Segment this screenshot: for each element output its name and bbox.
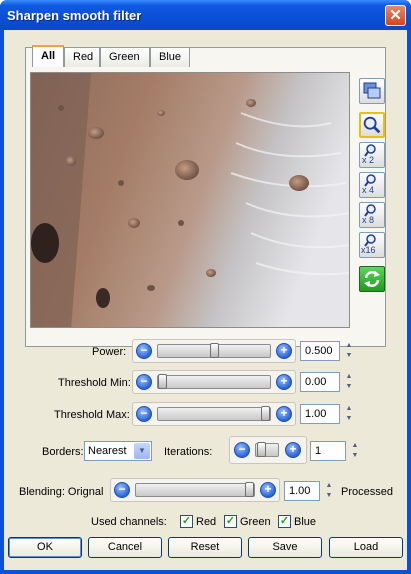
preview-panel: All Red Green Blue: [25, 45, 386, 347]
tab-green[interactable]: Green: [100, 47, 150, 67]
load-button[interactable]: Load: [329, 537, 403, 558]
iterations-thumb[interactable]: [257, 442, 266, 457]
channel-blue-label[interactable]: Blue: [294, 516, 316, 528]
title-bar[interactable]: Sharpen smooth filter ✕: [0, 0, 411, 30]
iterations-spinner[interactable]: ▲ ▼: [348, 441, 362, 461]
zoom-x8-button[interactable]: x 8: [359, 202, 385, 228]
borders-select[interactable]: Nearest ▼: [84, 441, 152, 461]
ok-button[interactable]: OK: [8, 537, 82, 558]
iterations-decrease-button[interactable]: −: [234, 442, 250, 458]
threshold-max-spinner[interactable]: ▲ ▼: [342, 404, 356, 424]
spin-down-icon[interactable]: ▼: [342, 414, 356, 424]
power-slider[interactable]: − +: [132, 339, 296, 363]
iterations-slider[interactable]: − +: [229, 436, 307, 464]
cancel-button[interactable]: Cancel: [88, 537, 162, 558]
iterations-increase-button[interactable]: +: [285, 442, 301, 458]
channel-green-checkbox[interactable]: ✓: [224, 515, 237, 528]
blending-label: Blending: Orignal: [19, 486, 104, 498]
threshold-min-thumb[interactable]: [158, 374, 167, 389]
borders-selected-value: Nearest: [88, 445, 127, 457]
used-channels-label: Used channels:: [91, 516, 167, 528]
iterations-input[interactable]: 1: [310, 441, 346, 461]
power-track[interactable]: [157, 343, 271, 358]
threshold-max-thumb[interactable]: [261, 406, 270, 421]
spin-down-icon[interactable]: ▼: [342, 351, 356, 361]
zoom-x8-label: x 8: [362, 215, 375, 225]
window-title: Sharpen smooth filter: [7, 8, 142, 23]
spin-up-icon[interactable]: ▲: [342, 341, 356, 351]
blending-thumb[interactable]: [245, 482, 254, 497]
zoom-x16-label: x16: [361, 245, 376, 255]
threshold-max-decrease-button[interactable]: −: [136, 406, 152, 422]
iterations-track[interactable]: [255, 442, 279, 457]
channel-blue-checkbox[interactable]: ✓: [278, 515, 291, 528]
tab-all[interactable]: All: [32, 45, 64, 67]
zoom-x2-button[interactable]: x 2: [359, 142, 385, 168]
power-input[interactable]: 0.500: [300, 341, 340, 361]
power-thumb[interactable]: [210, 343, 219, 358]
channel-red-checkbox[interactable]: ✓: [180, 515, 193, 528]
power-label: Power:: [92, 346, 127, 358]
blending-decrease-button[interactable]: −: [114, 482, 130, 498]
refresh-icon: [364, 271, 380, 287]
reset-button[interactable]: Reset: [168, 537, 242, 558]
spin-up-icon[interactable]: ▲: [342, 372, 356, 382]
image-preview[interactable]: [30, 72, 350, 328]
channel-red-label[interactable]: Red: [196, 516, 216, 528]
power-decrease-button[interactable]: −: [136, 343, 152, 359]
spin-down-icon[interactable]: ▼: [322, 491, 336, 501]
blending-input[interactable]: 1.00: [284, 481, 320, 501]
power-increase-button[interactable]: +: [276, 343, 292, 359]
blending-track[interactable]: [135, 482, 255, 497]
zoom-button[interactable]: [359, 112, 385, 138]
threshold-max-label: Threshold Max:: [54, 409, 130, 421]
spin-up-icon[interactable]: ▲: [348, 441, 362, 451]
preview-image: [31, 73, 349, 327]
fit-window-button[interactable]: [359, 78, 385, 104]
blending-spinner[interactable]: ▲ ▼: [322, 481, 336, 501]
blending-end-label: Processed: [341, 486, 393, 498]
zoom-x2-label: x 2: [362, 155, 375, 165]
spin-up-icon[interactable]: ▲: [322, 481, 336, 491]
threshold-min-increase-button[interactable]: +: [276, 374, 292, 390]
zoom-x16-button[interactable]: x16: [359, 232, 385, 258]
channel-green-label[interactable]: Green: [240, 516, 271, 528]
threshold-min-spinner[interactable]: ▲ ▼: [342, 372, 356, 392]
refresh-button[interactable]: [359, 266, 385, 292]
fit-to-window-icon: [363, 82, 381, 99]
threshold-min-input[interactable]: 0.00: [300, 372, 340, 392]
dialog-window: Sharpen smooth filter ✕ All Red Green Bl…: [0, 0, 411, 574]
borders-label: Borders:: [42, 446, 84, 458]
dialog-body: All Red Green Blue x 2 x 4 x 8 x16 Power…: [4, 30, 407, 570]
iterations-label: Iterations:: [164, 446, 213, 458]
power-spinner[interactable]: ▲ ▼: [342, 341, 356, 361]
threshold-min-decrease-button[interactable]: −: [136, 374, 152, 390]
close-button[interactable]: ✕: [385, 5, 406, 26]
blending-slider[interactable]: − +: [110, 478, 280, 502]
spin-down-icon[interactable]: ▼: [342, 382, 356, 392]
threshold-max-increase-button[interactable]: +: [276, 406, 292, 422]
threshold-max-track[interactable]: [157, 406, 271, 421]
threshold-min-track[interactable]: [157, 374, 271, 389]
spin-down-icon[interactable]: ▼: [348, 451, 362, 461]
threshold-min-slider[interactable]: − +: [132, 370, 296, 394]
threshold-max-slider[interactable]: − +: [132, 402, 296, 426]
threshold-max-input[interactable]: 1.00: [300, 404, 340, 424]
magnifier-icon: [363, 116, 381, 134]
spin-up-icon[interactable]: ▲: [342, 404, 356, 414]
tab-blue[interactable]: Blue: [150, 47, 190, 67]
save-button[interactable]: Save: [248, 537, 322, 558]
threshold-min-label: Threshold Min:: [58, 377, 131, 389]
zoom-x4-label: x 4: [362, 185, 375, 195]
tab-red[interactable]: Red: [64, 47, 100, 67]
zoom-x4-button[interactable]: x 4: [359, 172, 385, 198]
blending-increase-button[interactable]: +: [260, 482, 276, 498]
chevron-down-icon[interactable]: ▼: [134, 443, 150, 459]
